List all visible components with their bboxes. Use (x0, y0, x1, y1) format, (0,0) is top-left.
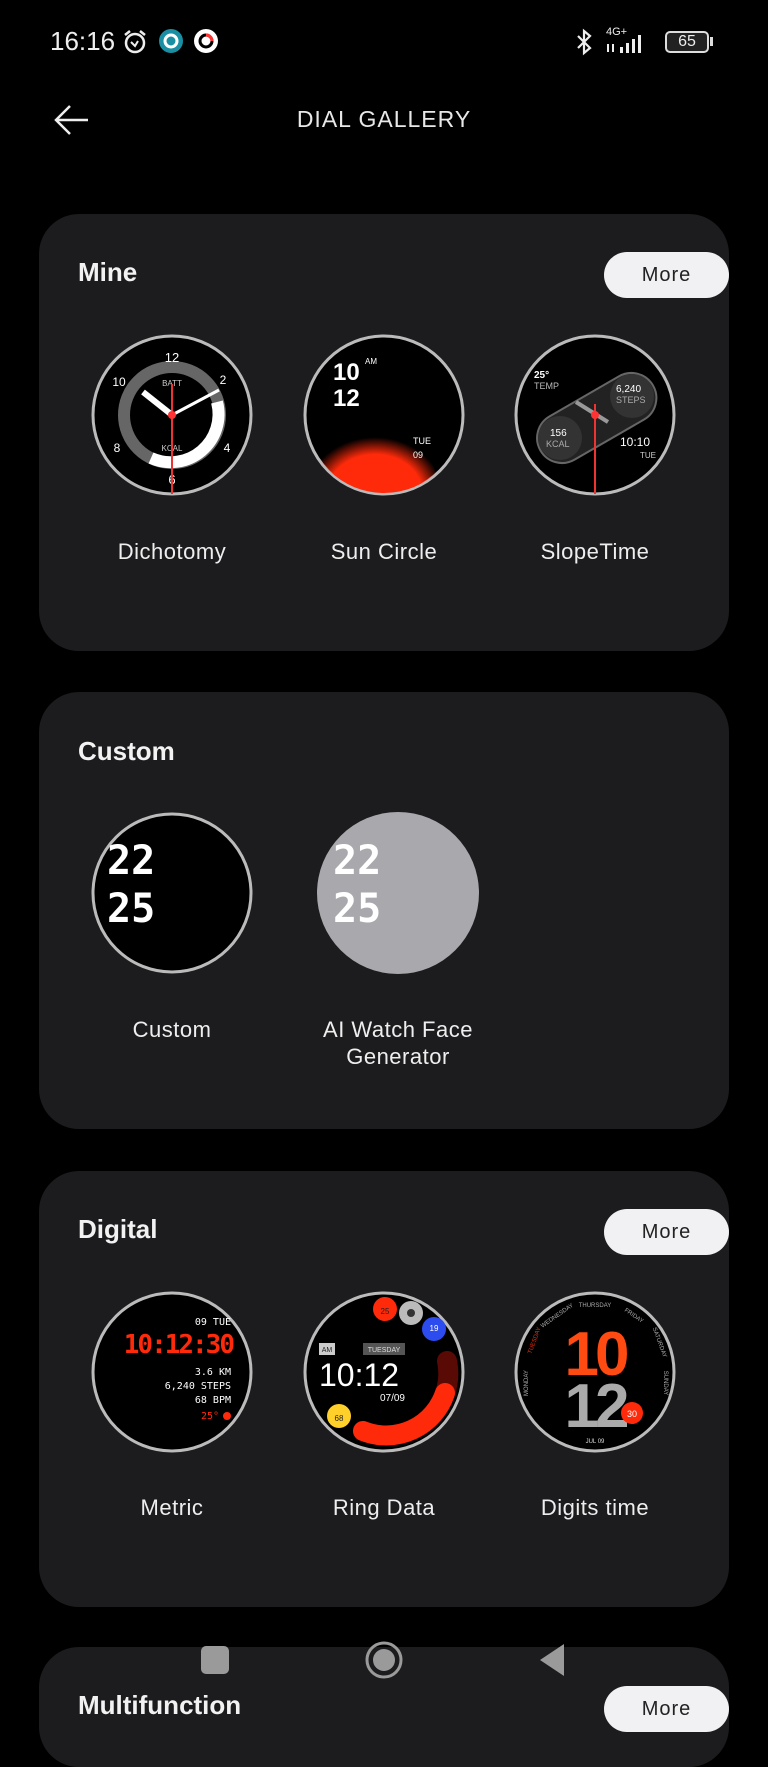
svg-text:AM: AM (365, 357, 377, 366)
svg-text:156: 156 (550, 428, 567, 439)
svg-text:3.6 KM: 3.6 KM (195, 1367, 231, 1378)
dial-label: Dichotomy (117, 539, 227, 564)
svg-text:2: 2 (220, 373, 227, 387)
svg-text:JUL 09: JUL 09 (586, 1439, 605, 1445)
svg-text:MONDAY: MONDAY (524, 1370, 530, 1396)
dial-custom[interactable]: 22 25 (91, 812, 253, 974)
svg-text:STEPS: STEPS (616, 395, 646, 405)
svg-text:10:12:30: 10:12:30 (124, 1330, 235, 1360)
svg-text:THURSDAY: THURSDAY (579, 1303, 612, 1309)
record-icon (194, 29, 218, 53)
svg-text:19: 19 (430, 1324, 439, 1333)
svg-text:AM: AM (322, 1347, 333, 1354)
more-button-digital[interactable]: More (604, 1209, 729, 1255)
svg-text:22: 22 (333, 838, 381, 884)
svg-text:10: 10 (112, 375, 126, 389)
dial-label: Digits time (540, 1495, 650, 1520)
svg-text:25: 25 (333, 886, 381, 932)
section-title-mine: Mine (78, 257, 138, 287)
section-title-digital: Digital (78, 1214, 158, 1244)
dial-label: Custom (132, 1017, 212, 1042)
home-button[interactable] (364, 1640, 404, 1680)
svg-text:SUNDAY: SUNDAY (662, 1371, 668, 1396)
svg-text:22: 22 (107, 838, 155, 884)
page-title: DIAL GALLERY (296, 106, 472, 132)
svg-text:25: 25 (381, 1307, 390, 1316)
bluetooth-icon (577, 28, 592, 56)
dial-sun-circle[interactable]: 10 AM 12 TUE 09 (303, 334, 465, 496)
recents-button[interactable] (201, 1646, 229, 1674)
status-time: 16:16 (50, 26, 116, 56)
svg-text:12: 12 (333, 385, 360, 412)
back-button[interactable] (536, 1642, 566, 1678)
svg-text:12: 12 (565, 1372, 627, 1441)
svg-text:8: 8 (114, 441, 121, 455)
dial-dichotomy[interactable]: 12 2 4 6 8 10 BATT KCAL (91, 334, 253, 496)
dial-slopetime[interactable]: 25° TEMP 6,240 STEPS 156 KCAL 10:10 TUE (514, 334, 676, 496)
dial-label: SlopeTime (540, 539, 650, 564)
dial-label: Metric (140, 1495, 204, 1520)
svg-text:10:10: 10:10 (620, 435, 650, 449)
svg-text:68: 68 (335, 1414, 344, 1423)
svg-text:6,240 STEPS: 6,240 STEPS (165, 1381, 231, 1392)
dial-label: Ring Data (332, 1495, 436, 1520)
dial-ai-generator[interactable]: 22 25 (317, 812, 479, 974)
svg-text:4: 4 (224, 441, 231, 455)
settings-icon (159, 29, 183, 53)
dial-ring-data[interactable]: 25 19 68 AM TUESDAY 10:12 07/09 (303, 1291, 465, 1453)
svg-text:12: 12 (165, 350, 179, 365)
section-title-custom: Custom (78, 736, 175, 766)
svg-text:10:12: 10:12 (319, 1357, 399, 1393)
more-button-mine[interactable]: More (604, 252, 729, 298)
dial-label: AI Watch Face Generator (323, 1017, 473, 1069)
svg-text:09 TUE: 09 TUE (195, 1317, 231, 1328)
more-button-multifunction[interactable]: More (604, 1686, 729, 1732)
dial-metric[interactable]: 09 TUE 10:12:30 3.6 KM 6,240 STEPS 68 BP… (91, 1291, 253, 1453)
signal-icon (607, 35, 641, 53)
svg-text:TUE: TUE (413, 436, 431, 446)
svg-text:KCAL: KCAL (546, 439, 570, 449)
svg-text:09: 09 (413, 450, 423, 460)
dial-label: Sun Circle (330, 539, 438, 564)
svg-text:TUE: TUE (640, 451, 656, 460)
svg-text:10: 10 (333, 359, 360, 386)
svg-text:25: 25 (107, 886, 155, 932)
svg-text:07/09: 07/09 (380, 1393, 405, 1404)
svg-text:TUESDAY: TUESDAY (368, 1347, 401, 1354)
svg-text:25°: 25° (201, 1411, 219, 1422)
dial-digits-time[interactable]: 10 12 30 JUL 09 THURSDAY WEDNESDAY FRIDA… (514, 1291, 676, 1453)
battery-icon: 65 (665, 31, 709, 53)
svg-text:68 BPM: 68 BPM (195, 1395, 231, 1406)
svg-text:6,240: 6,240 (616, 384, 641, 395)
alarm-icon (124, 30, 146, 54)
svg-text:25°: 25° (534, 370, 549, 381)
svg-text:TEMP: TEMP (534, 381, 559, 391)
svg-text:30: 30 (627, 1409, 637, 1419)
